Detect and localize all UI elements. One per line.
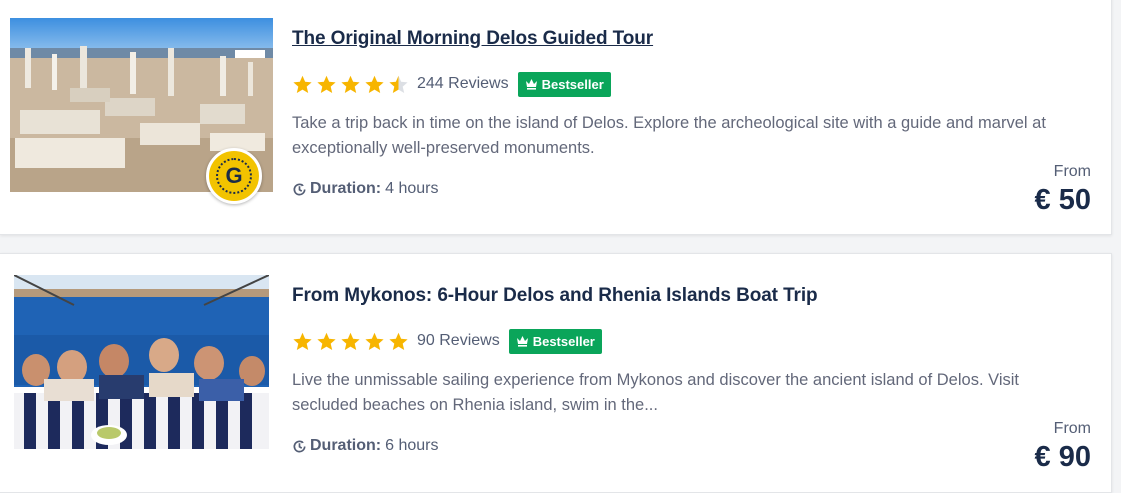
- star-full-icon: [317, 75, 336, 93]
- star-full-icon: [293, 332, 312, 350]
- review-count[interactable]: 244 Reviews: [417, 75, 509, 93]
- tour-description: Live the unmissable sailing experience f…: [292, 371, 1019, 414]
- tour-title-link[interactable]: The Original Morning Delos Guided Tour: [292, 28, 653, 50]
- clock-icon: [293, 439, 306, 452]
- duration: Duration: 4 hours: [292, 180, 438, 198]
- star-full-icon: [389, 332, 408, 350]
- rating-row: 90 Reviews Bestseller: [292, 328, 602, 354]
- star-full-icon: [365, 332, 384, 350]
- price-block: From € 50: [1035, 163, 1091, 217]
- tour-description: Take a trip back in time on the island o…: [292, 114, 1046, 157]
- tour-card[interactable]: From Mykonos: 6-Hour Delos and Rhenia Is…: [0, 253, 1112, 493]
- duration-label: Duration:: [310, 180, 382, 197]
- price-amount: € 50: [1034, 184, 1091, 216]
- duration: Duration: 6 hours: [292, 437, 438, 455]
- original-badge: G: [206, 148, 262, 204]
- duration-value: 4 hours: [385, 180, 439, 197]
- tour-image[interactable]: [14, 275, 269, 449]
- star-full-icon: [293, 75, 312, 93]
- price-prefix: From: [1053, 163, 1091, 180]
- duration-value: 6 hours: [385, 437, 439, 454]
- star-half-icon: [389, 75, 408, 93]
- tour-title-link[interactable]: From Mykonos: 6-Hour Delos and Rhenia Is…: [292, 285, 818, 307]
- review-count[interactable]: 90 Reviews: [417, 332, 500, 350]
- star-full-icon: [365, 75, 384, 93]
- price-block: From € 90: [1035, 420, 1091, 474]
- duration-label: Duration:: [310, 437, 382, 454]
- star-rating: [292, 74, 412, 95]
- bestseller-label: Bestseller: [532, 333, 595, 349]
- star-full-icon: [341, 75, 360, 93]
- bestseller-badge: Bestseller: [508, 328, 602, 354]
- star-full-icon: [341, 332, 360, 350]
- g-logo-icon: G: [216, 158, 252, 194]
- price-prefix: From: [1053, 420, 1091, 437]
- star-full-icon: [317, 332, 336, 350]
- crown-icon: [525, 79, 537, 90]
- bestseller-label: Bestseller: [541, 76, 604, 92]
- bestseller-badge: Bestseller: [517, 71, 611, 97]
- rating-row: 244 Reviews Bestseller: [292, 71, 611, 97]
- crown-icon: [516, 336, 528, 347]
- price-amount: € 90: [1034, 441, 1091, 473]
- star-rating: [292, 331, 412, 352]
- clock-icon: [293, 182, 306, 195]
- tour-card[interactable]: G The Original Morning Delos Guided Tour…: [0, 0, 1112, 235]
